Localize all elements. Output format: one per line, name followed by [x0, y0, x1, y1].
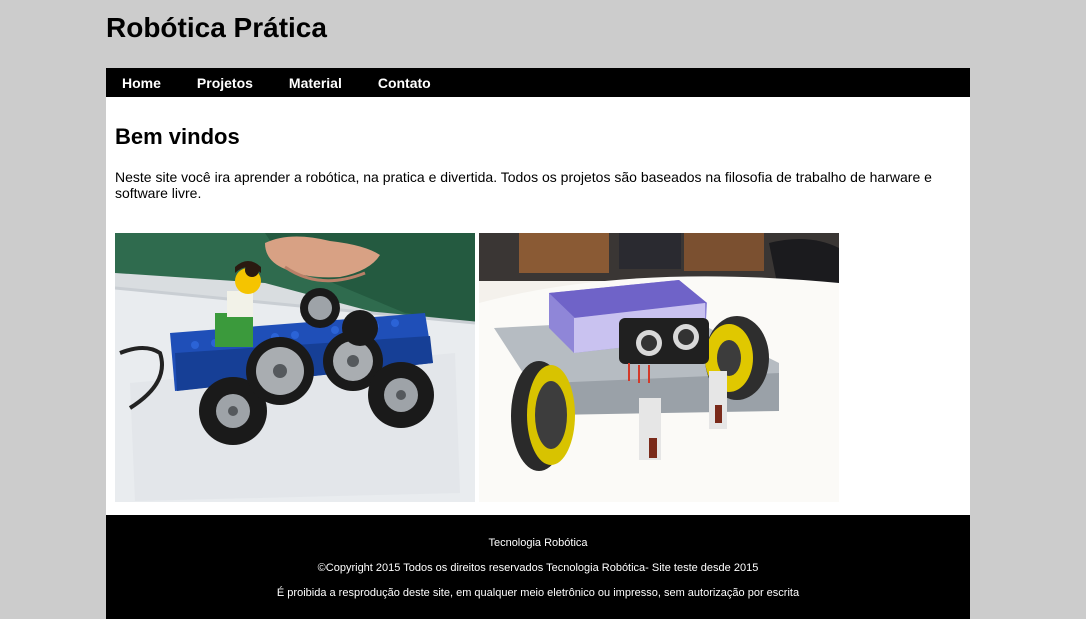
footer-copyright: ©Copyright 2015 Todos os direitos reserv…	[317, 562, 759, 574]
footer-disclaimer: É proibida a resprodução deste site, em …	[276, 587, 800, 599]
main-content: Bem vindos Neste site você ira aprender …	[106, 97, 970, 515]
lego-car-photo	[115, 233, 475, 502]
main-nav: Home Projetos Material Contato	[106, 68, 970, 97]
nav-item-material[interactable]: Material	[289, 75, 342, 91]
nav-item-contato[interactable]: Contato	[378, 75, 431, 91]
welcome-heading: Bem vindos	[115, 124, 240, 149]
nav-item-home[interactable]: Home	[122, 75, 161, 91]
intro-text: Neste site você ira aprender a robótica,…	[115, 169, 932, 201]
footer-company: Tecnologia Robótica	[488, 537, 588, 549]
arduino-robot-photo	[479, 233, 839, 502]
site-title: Robótica Prática	[106, 12, 327, 43]
nav-item-projetos[interactable]: Projetos	[197, 75, 253, 91]
site-footer: Tecnologia Robótica ©Copyright 2015 Todo…	[106, 515, 970, 619]
